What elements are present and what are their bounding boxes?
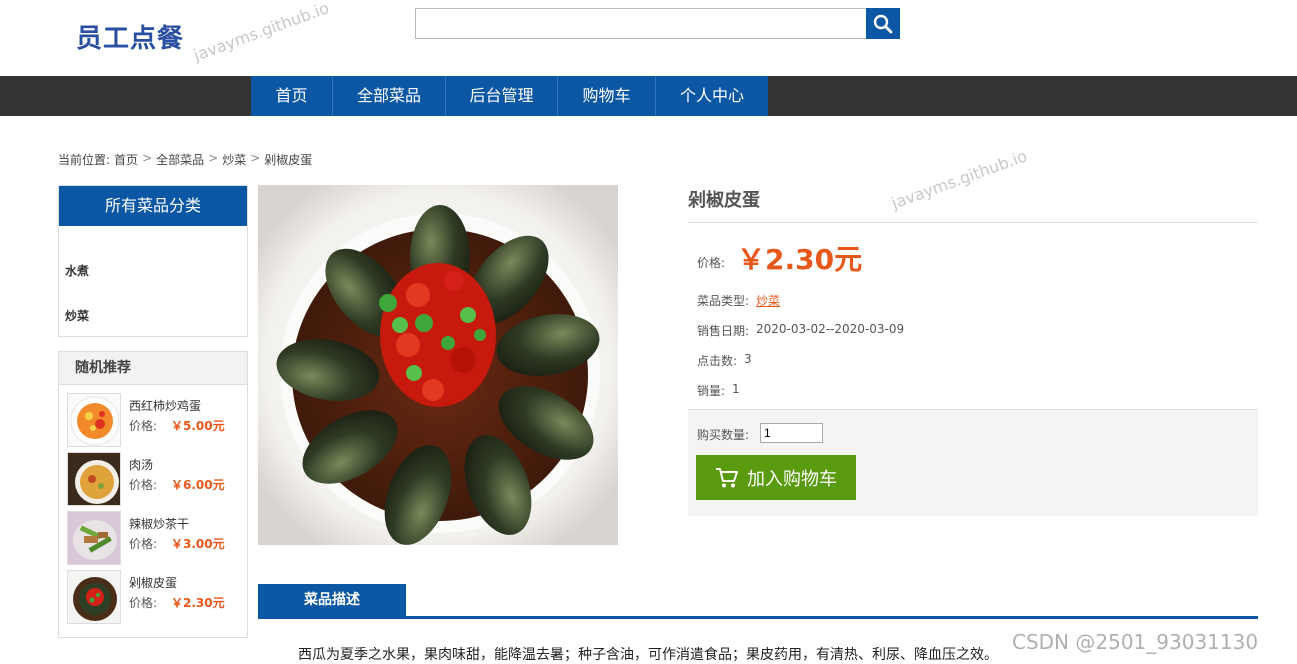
site-logo[interactable]: 员工点餐 xyxy=(76,18,184,55)
recommend-price-label: 价格: xyxy=(129,478,158,492)
nav-home[interactable]: 首页 xyxy=(251,76,333,116)
category-item[interactable]: 炒菜 xyxy=(65,307,89,324)
product-title: 剁椒皮蛋 xyxy=(688,190,760,211)
breadcrumb-home[interactable]: 首页 xyxy=(114,151,138,168)
recommend-item-price: ￥5.00元 xyxy=(171,419,225,433)
recommend-item-price: ￥6.00元 xyxy=(171,478,225,492)
divider xyxy=(688,222,1258,223)
dish-thumbnail xyxy=(67,570,121,624)
dish-thumbnail xyxy=(67,452,121,506)
sale-date-value: 2020-03-02--2020-03-09 xyxy=(756,322,905,336)
search-button[interactable] xyxy=(866,8,900,39)
search-icon xyxy=(873,14,893,33)
nav-cart[interactable]: 购物车 xyxy=(558,76,656,116)
recommend-item[interactable]: 剁椒皮蛋 价格: ￥2.30元 xyxy=(67,570,242,626)
watermark-text: javayms.github.io xyxy=(889,146,1030,213)
recommend-item-name: 西红柿炒鸡蛋 xyxy=(129,399,202,413)
breadcrumb-separator: > xyxy=(250,151,261,165)
nav-profile[interactable]: 个人中心 xyxy=(656,76,768,116)
sale-date-label: 销售日期: xyxy=(697,324,750,338)
breadcrumb-current: 剁椒皮蛋 xyxy=(264,153,313,167)
quantity-input[interactable] xyxy=(760,423,823,443)
add-to-cart-label: 加入购物车 xyxy=(747,468,837,490)
tab-description[interactable]: 菜品描述 xyxy=(258,584,406,617)
add-to-cart-button[interactable]: 加入购物车 xyxy=(696,455,856,500)
recommend-item-name: 肉汤 xyxy=(129,458,154,472)
recommend-item-name: 辣椒炒茶干 xyxy=(129,517,190,531)
description-text: 西瓜为夏季之水果，果肉味甜，能降温去暑；种子含油，可作消遣食品；果皮药用，有清热… xyxy=(298,647,998,663)
clicks-label: 点击数: xyxy=(697,354,738,368)
tab-underline xyxy=(258,616,1258,619)
buy-panel: 购买数量: 加入购物车 xyxy=(688,409,1258,516)
recommend-price-label: 价格: xyxy=(129,419,158,433)
product-image xyxy=(258,185,618,545)
recommend-item[interactable]: 辣椒炒茶干 价格: ￥3.00元 xyxy=(67,511,242,567)
recommend-item-price: ￥3.00元 xyxy=(171,537,225,551)
clicks-value: 3 xyxy=(744,352,752,366)
category-panel: 所有菜品分类 水煮 炒菜 xyxy=(58,185,248,337)
breadcrumb-separator: > xyxy=(142,151,153,165)
search-input[interactable] xyxy=(415,8,867,39)
sales-label: 销量: xyxy=(697,384,726,398)
quantity-label: 购买数量: xyxy=(697,428,750,442)
type-label: 菜品类型: xyxy=(697,294,750,308)
recommend-item-name: 剁椒皮蛋 xyxy=(129,576,178,590)
product-type-link[interactable]: 炒菜 xyxy=(756,292,780,309)
breadcrumb-separator: > xyxy=(208,151,219,165)
recommend-price-label: 价格: xyxy=(129,596,158,610)
recommend-item-price: ￥2.30元 xyxy=(171,596,225,610)
product-price: ￥2.30元 xyxy=(737,243,863,276)
nav-admin[interactable]: 后台管理 xyxy=(446,76,558,116)
recommend-panel: 随机推荐 西红柿炒鸡蛋 价格: ￥5.00元 肉汤 价格: ￥6.00元 辣椒炒… xyxy=(58,351,248,638)
breadcrumb-prefix: 当前位置: xyxy=(58,153,111,167)
breadcrumb: 当前位置: 首页 > 全部菜品 > 炒菜 > 剁椒皮蛋 xyxy=(58,151,312,168)
nav-all-dishes[interactable]: 全部菜品 xyxy=(333,76,446,116)
sales-value: 1 xyxy=(732,382,740,396)
recommend-price-label: 价格: xyxy=(129,537,158,551)
breadcrumb-all-dishes[interactable]: 全部菜品 xyxy=(156,151,204,168)
csdn-watermark: CSDN @2501_93031130 xyxy=(1012,630,1259,654)
dish-thumbnail xyxy=(67,511,121,565)
recommend-item[interactable]: 肉汤 价格: ￥6.00元 xyxy=(67,452,242,508)
recommend-item[interactable]: 西红柿炒鸡蛋 价格: ￥5.00元 xyxy=(67,393,242,449)
recommend-panel-title: 随机推荐 xyxy=(59,352,247,385)
nav-menu: 首页 全部菜品 后台管理 购物车 个人中心 xyxy=(251,76,768,116)
main-navbar: 首页 全部菜品 后台管理 购物车 个人中心 xyxy=(0,76,1297,116)
dish-thumbnail xyxy=(67,393,121,447)
cart-icon xyxy=(716,467,738,487)
category-panel-title: 所有菜品分类 xyxy=(59,186,247,226)
category-item[interactable]: 水煮 xyxy=(65,262,89,279)
price-label: 价格: xyxy=(697,256,726,270)
watermark-text: javayms.github.io xyxy=(191,0,332,65)
breadcrumb-category[interactable]: 炒菜 xyxy=(222,151,246,168)
